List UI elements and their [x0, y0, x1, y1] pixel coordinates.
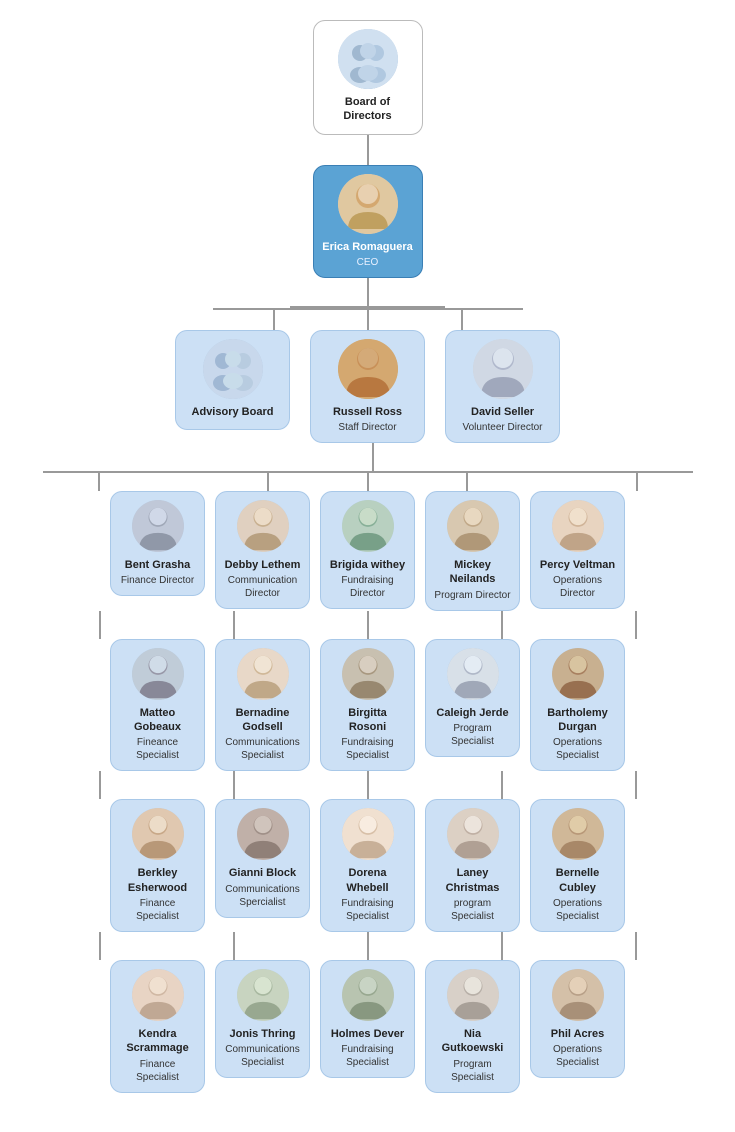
phil-title: Operations Specialist: [539, 1043, 616, 1069]
russell-title: Staff Director: [338, 421, 396, 434]
birgitta-name: Birgitta Rosoni: [329, 706, 406, 735]
node-percy[interactable]: Percy Veltman Operations Director: [530, 491, 625, 609]
node-nia[interactable]: Nia Gutkoewski Program Specialist: [425, 960, 520, 1093]
debby-title: Communication Director: [224, 574, 301, 600]
dorena-title: Fundraising Specialist: [329, 897, 406, 923]
david-name: David Seller: [471, 405, 534, 419]
holmes-name: Holmes Dever: [331, 1027, 404, 1041]
connector-board-ceo: [367, 135, 369, 165]
node-bernadine[interactable]: Bernadine Godsell Communications Special…: [215, 639, 310, 772]
node-brigida[interactable]: Brigida withey Fundraising Director: [320, 491, 415, 609]
brigida-name: Brigida withey: [330, 558, 405, 572]
mickey-name: Mickey Neilands: [434, 558, 511, 587]
node-birgitta[interactable]: Birgitta Rosoni Fundraising Specialist: [320, 639, 415, 772]
kendra-title: Finance Specialist: [119, 1058, 196, 1084]
matteo-name: Matteo Gobeaux: [119, 706, 196, 735]
node-phil[interactable]: Phil Acres Operations Specialist: [530, 960, 625, 1078]
berkley-title: Finance Specialist: [119, 897, 196, 923]
percy-title: Operations Director: [539, 574, 616, 600]
bartholemy-name: Bartholemy Durgan: [539, 706, 616, 735]
bernelle-title: Operations Specialist: [539, 897, 616, 923]
nia-name: Nia Gutkoewski: [434, 1027, 511, 1056]
node-advisory[interactable]: Advisory Board: [175, 330, 290, 430]
board-name: Board of Directors: [322, 95, 414, 124]
phil-name: Phil Acres: [551, 1027, 604, 1041]
node-gianni[interactable]: Gianni Block Communications Spercialist: [215, 799, 310, 917]
jonis-title: Communications Specialist: [224, 1043, 301, 1069]
node-ceo[interactable]: Erica Romaguera CEO: [313, 165, 423, 278]
node-debby[interactable]: Debby Lethem Communication Director: [215, 491, 310, 609]
node-caleigh[interactable]: Caleigh Jerde Program Specialist: [425, 639, 520, 757]
node-matteo[interactable]: Matteo Gobeaux Fineance Specialist: [110, 639, 205, 772]
gianni-title: Communications Spercialist: [224, 883, 301, 909]
gianni-name: Gianni Block: [229, 866, 296, 880]
node-board[interactable]: Board of Directors: [313, 20, 423, 135]
advisory-name: Advisory Board: [192, 405, 274, 419]
node-dorena[interactable]: Dorena Whebell Fundraising Specialist: [320, 799, 415, 932]
berkley-name: Berkley Esherwood: [119, 866, 196, 895]
laney-name: Laney Christmas: [434, 866, 511, 895]
bernadine-title: Communications Specialist: [224, 736, 301, 762]
bernadine-name: Bernadine Godsell: [224, 706, 301, 735]
node-jonis[interactable]: Jonis Thring Communications Specialist: [215, 960, 310, 1078]
birgitta-title: Fundraising Specialist: [329, 736, 406, 762]
node-laney[interactable]: Laney Christmas program Specialist: [425, 799, 520, 932]
ceo-name: Erica Romaguera: [322, 240, 412, 254]
node-david[interactable]: David Seller Volunteer Director: [445, 330, 560, 443]
node-bent[interactable]: Bent Grasha Finance Director: [110, 491, 205, 596]
matteo-title: Fineance Specialist: [119, 736, 196, 762]
bent-title: Finance Director: [121, 574, 194, 587]
node-bernelle[interactable]: Bernelle Cubley Operations Specialist: [530, 799, 625, 932]
percy-name: Percy Veltman: [540, 558, 615, 572]
dorena-name: Dorena Whebell: [329, 866, 406, 895]
bernelle-name: Bernelle Cubley: [539, 866, 616, 895]
nia-title: Program Specialist: [434, 1058, 511, 1084]
kendra-name: Kendra Scrammage: [119, 1027, 196, 1056]
node-bartholemy[interactable]: Bartholemy Durgan Operations Specialist: [530, 639, 625, 772]
node-berkley[interactable]: Berkley Esherwood Finance Specialist: [110, 799, 205, 932]
mickey-title: Program Director: [434, 589, 510, 602]
caleigh-name: Caleigh Jerde: [436, 706, 508, 720]
ceo-title: CEO: [357, 256, 379, 269]
jonis-name: Jonis Thring: [230, 1027, 296, 1041]
russell-name: Russell Ross: [333, 405, 402, 419]
node-holmes[interactable]: Holmes Dever Fundraising Specialist: [320, 960, 415, 1078]
bent-name: Bent Grasha: [125, 558, 190, 572]
node-russell[interactable]: Russell Ross Staff Director: [310, 330, 425, 443]
bartholemy-title: Operations Specialist: [539, 736, 616, 762]
laney-title: program Specialist: [434, 897, 511, 923]
david-title: Volunteer Director: [462, 421, 542, 434]
debby-name: Debby Lethem: [225, 558, 301, 572]
caleigh-title: Program Specialist: [434, 722, 511, 748]
node-mickey[interactable]: Mickey Neilands Program Director: [425, 491, 520, 611]
holmes-title: Fundraising Specialist: [329, 1043, 406, 1069]
brigida-title: Fundraising Director: [329, 574, 406, 600]
org-chart: Board of Directors Erica Romaguera CEO: [0, 0, 735, 1113]
node-kendra[interactable]: Kendra Scrammage Finance Specialist: [110, 960, 205, 1093]
